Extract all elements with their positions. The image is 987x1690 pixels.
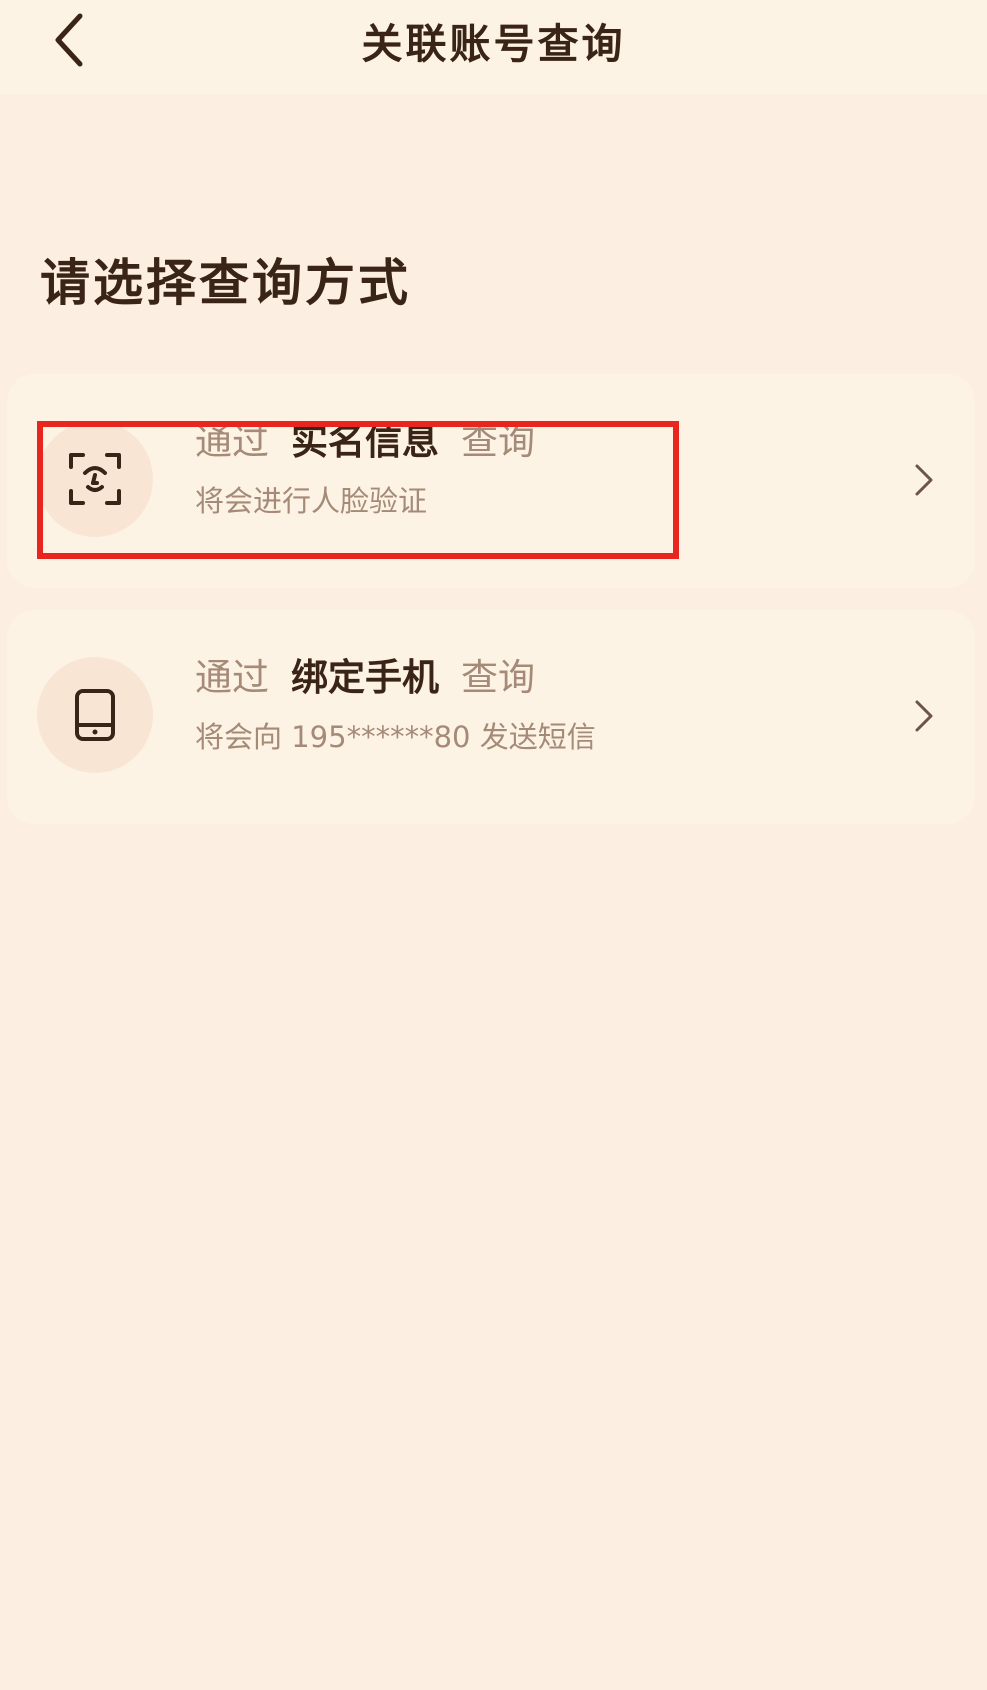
option-suffix: 查询 — [461, 656, 535, 699]
phone-icon — [75, 689, 115, 741]
option-icon-circle — [37, 421, 153, 537]
option-title: 通过 实名信息 查询 — [195, 418, 535, 466]
option-icon-circle — [37, 657, 153, 773]
option-suffix: 查询 — [461, 420, 535, 463]
option-realname-card[interactable]: 通过 实名信息 查询 将会进行人脸验证 — [7, 374, 975, 588]
option-prefix: 通过 — [195, 420, 269, 463]
option-text: 通过 绑定手机 查询 将会向 195******80 发送短信 — [195, 654, 596, 756]
chevron-right-icon — [915, 464, 933, 496]
option-phone-card[interactable]: 通过 绑定手机 查询 将会向 195******80 发送短信 — [7, 610, 975, 824]
option-method: 实名信息 — [291, 420, 439, 463]
option-description: 将会向 195******80 发送短信 — [195, 720, 596, 754]
top-nav-bar: 关联账号查询 — [0, 0, 987, 94]
page-title: 关联账号查询 — [361, 20, 626, 68]
face-scan-icon — [69, 453, 121, 505]
option-text: 通过 实名信息 查询 将会进行人脸验证 — [195, 418, 535, 520]
section-title: 请选择查询方式 — [40, 254, 411, 312]
option-method: 绑定手机 — [291, 656, 439, 699]
chevron-right-icon — [915, 700, 933, 732]
option-description: 将会进行人脸验证 — [195, 484, 428, 518]
option-prefix: 通过 — [195, 656, 269, 699]
option-title: 通过 绑定手机 查询 — [195, 654, 596, 702]
